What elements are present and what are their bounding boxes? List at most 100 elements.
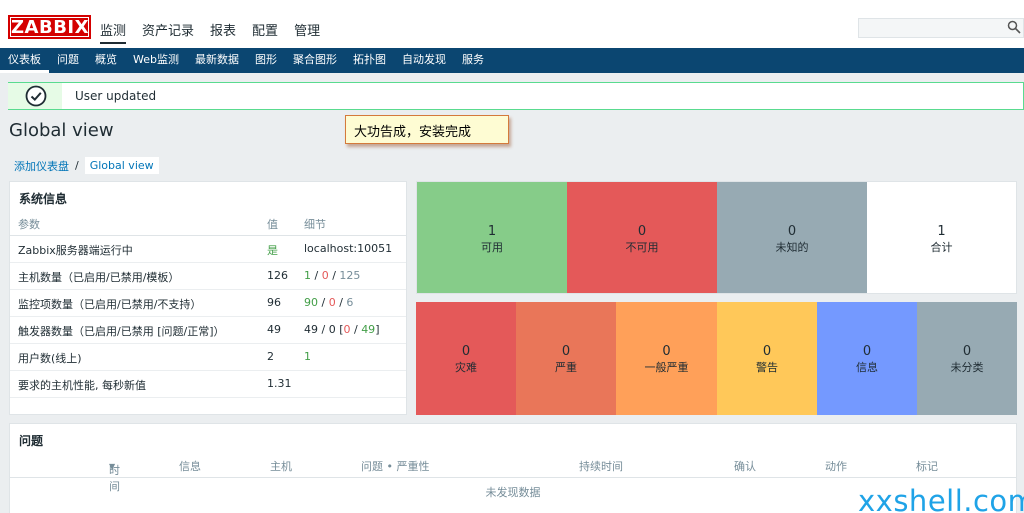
- detail-prefix: 49 / 0 [: [304, 323, 344, 336]
- unsupported-count: 6: [346, 296, 354, 309]
- param-cell: 监控项数量（已启用/已禁用/不支持）: [18, 298, 202, 311]
- param-cell: Zabbix服务器端运行中: [18, 244, 133, 257]
- submenu-latest-data[interactable]: 最新数据: [187, 48, 247, 73]
- detail-cell: 1: [304, 350, 311, 363]
- detail-suffix: ]: [375, 323, 380, 336]
- main-menu: 监测 资产记录 报表 配置 管理: [100, 18, 336, 44]
- success-message: User updated: [8, 82, 1024, 110]
- severity-not-classified-block[interactable]: 0 未分类: [917, 302, 1017, 415]
- column-header-details: 细节: [304, 218, 326, 231]
- check-circle-icon: [25, 85, 47, 107]
- page-title: Global view: [9, 120, 114, 141]
- detail-cell: 49 / 0 [0 / 49]: [304, 323, 379, 336]
- disabled-count: 0: [321, 269, 329, 282]
- separator: /: [350, 323, 362, 336]
- status-label: 不可用: [625, 241, 659, 254]
- severity-count: 0: [762, 344, 772, 359]
- submenu-problems[interactable]: 问题: [49, 48, 87, 73]
- severity-average-block[interactable]: 0 一般严重: [616, 302, 717, 415]
- separator: /: [311, 269, 322, 282]
- submenu-overview[interactable]: 概览: [87, 48, 125, 73]
- zabbix-logo[interactable]: ZABBIX: [8, 15, 91, 39]
- host-unavailable-block[interactable]: 0 不可用: [567, 182, 717, 293]
- status-label: 可用: [481, 241, 503, 254]
- breadcrumb-parent-link[interactable]: 添加仪表盘: [14, 158, 69, 174]
- status-count: 1: [487, 224, 497, 239]
- submenu-graphs[interactable]: 图形: [247, 48, 285, 73]
- column-header-info: 信息: [179, 460, 201, 473]
- submenu-maps[interactable]: 拓扑图: [345, 48, 394, 73]
- severity-high-block[interactable]: 0 严重: [516, 302, 616, 415]
- disabled-count: 0: [328, 296, 336, 309]
- param-cell: 触发器数量（已启用/已禁用 [问题/正常]）: [18, 325, 225, 338]
- value-cell: 96: [267, 296, 281, 309]
- param-cell: 要求的主机性能, 每秒新值: [18, 379, 146, 392]
- template-count: 125: [339, 269, 361, 282]
- menu-monitoring[interactable]: 监测: [100, 18, 127, 44]
- separator: /: [335, 296, 347, 309]
- value-cell: 49: [267, 323, 281, 336]
- annotation-callout: 大功告成，安装完成: [345, 115, 509, 144]
- column-header-problem-severity[interactable]: 问题 • 严重性: [361, 458, 429, 474]
- host-unknown-block[interactable]: 0 未知的: [717, 182, 867, 293]
- column-header-tags: 标记: [916, 460, 938, 473]
- column-header-value: 值: [267, 218, 278, 231]
- table-row: 要求的主机性能, 每秒新值 1.31: [10, 371, 406, 398]
- separator: /: [318, 296, 329, 309]
- menu-administration[interactable]: 管理: [294, 18, 320, 44]
- submenu-screens[interactable]: 聚合图形: [285, 48, 345, 73]
- search-input[interactable]: [858, 18, 1024, 38]
- severity-label: 一般严重: [644, 361, 689, 374]
- breadcrumb: 添加仪表盘 / Global view: [14, 157, 159, 174]
- submenu-services[interactable]: 服务: [454, 48, 492, 73]
- submenu-web[interactable]: Web监测: [125, 48, 187, 73]
- separator: /: [328, 269, 340, 282]
- menu-reports[interactable]: 报表: [210, 18, 236, 44]
- table-row: 监控项数量（已启用/已禁用/不支持） 96 90 / 0 / 6: [10, 290, 406, 317]
- column-header-duration: 持续时间: [579, 460, 623, 473]
- ok-count: 49: [361, 323, 376, 336]
- menu-inventory[interactable]: 资产记录: [142, 18, 194, 44]
- breadcrumb-separator: /: [75, 159, 79, 172]
- detail-cell: localhost:10051: [304, 242, 393, 255]
- host-availability-widget: 1 可用 0 不可用 0 未知的 1 合计: [416, 181, 1017, 294]
- value-cell: 1.31: [267, 377, 292, 390]
- submenu-discovery[interactable]: 自动发现: [394, 48, 454, 73]
- table-row: 触发器数量（已启用/已禁用 [问题/正常]） 49 49 / 0 [0 / 49…: [10, 317, 406, 344]
- status-label: 未知的: [775, 241, 809, 254]
- value-cell: 2: [267, 350, 274, 363]
- column-header-actions: 动作: [825, 460, 847, 473]
- submenu-dashboard[interactable]: 仪表板: [0, 48, 49, 73]
- breadcrumb-current[interactable]: Global view: [84, 157, 159, 174]
- detail-cell: 1 / 0 / 125: [304, 269, 360, 282]
- value-cell: 是: [267, 244, 278, 257]
- table-header: 时间 ▼ 信息 主机 问题 • 严重性 持续时间 确认 动作 标记: [10, 454, 1016, 493]
- severity-disaster-block[interactable]: 0 灾难: [416, 302, 516, 415]
- column-header-host: 主机: [270, 460, 292, 473]
- widget-title: 问题: [19, 434, 44, 448]
- column-header-ack: 确认: [734, 460, 756, 473]
- sub-menu: 仪表板 问题 概览 Web监测 最新数据 图形 聚合图形 拓扑图 自动发现 服务: [0, 48, 1024, 73]
- severity-information-block[interactable]: 0 信息: [817, 302, 917, 415]
- severity-count: 0: [561, 344, 571, 359]
- search-icon[interactable]: [1007, 20, 1021, 34]
- top-header: ZABBIX 监测 资产记录 报表 配置 管理: [0, 0, 1024, 48]
- watermark: xxshell.com: [858, 484, 1024, 513]
- param-cell: 主机数量（已启用/已禁用/模板）: [18, 271, 180, 284]
- message-text: User updated: [75, 89, 157, 103]
- severity-label: 警告: [756, 361, 778, 374]
- enabled-count: 90: [304, 296, 318, 309]
- problems-by-severity-widget: 0 灾难 0 严重 0 一般严重 0 警告 0 信息 0 未分类: [416, 302, 1017, 415]
- severity-label: 未分类: [950, 361, 984, 374]
- system-info-widget: 系统信息 参数 值 细节 Zabbix服务器端运行中 是 localhost:1…: [9, 181, 407, 415]
- status-count: 0: [637, 224, 647, 239]
- menu-configuration[interactable]: 配置: [252, 18, 278, 44]
- severity-count: 0: [662, 344, 671, 359]
- host-total-block[interactable]: 1 合计: [867, 182, 1016, 293]
- value-cell: 126: [267, 269, 288, 282]
- host-available-block[interactable]: 1 可用: [417, 182, 567, 293]
- severity-warning-block[interactable]: 0 警告: [717, 302, 817, 415]
- status-count: 1: [937, 224, 946, 239]
- severity-label: 信息: [856, 361, 878, 374]
- sort-desc-icon[interactable]: ▼: [109, 462, 115, 471]
